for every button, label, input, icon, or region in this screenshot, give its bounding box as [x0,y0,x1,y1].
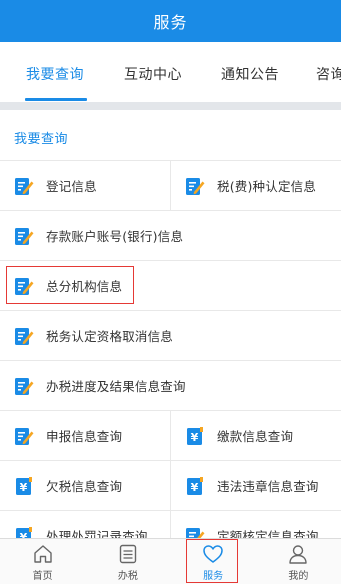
menu-row: 办税进度及结果信息查询 [0,361,341,411]
menu-item-branch-org[interactable]: 总分机构信息 [0,261,341,310]
yuan-doc-icon [185,426,205,446]
highlight-box [186,539,238,583]
tab-notices[interactable]: 通知公告 [221,64,279,84]
bottom-nav: 首页 办税 服务 我的 [0,538,341,584]
menu-item-registration[interactable]: 登记信息 [0,161,170,210]
nav-tax[interactable]: 办税 [85,539,170,584]
list-icon [119,544,137,563]
menu-item-label: 违法违章信息查询 [217,479,319,494]
form-edit-icon [185,176,205,196]
form-edit-icon [14,176,34,196]
nav-label: 我的 [288,570,309,582]
menu-item-progress-query[interactable]: 办税进度及结果信息查询 [0,361,341,410]
nav-label: 办税 [117,570,138,582]
form-edit-icon [14,276,34,296]
menu-row: 税务认定资格取消信息 [0,311,341,361]
nav-mine[interactable]: 我的 [256,539,341,584]
menu-item-label: 存款账户账号(银行)信息 [46,229,184,244]
home-icon [33,544,52,563]
menu-item-payment-query[interactable]: 缴款信息查询 [170,411,341,460]
yuan-doc-icon [14,476,34,496]
menu-item-arrears-query[interactable]: 欠税信息查询 [0,461,170,510]
menu-item-label: 总分机构信息 [46,279,123,294]
menu-item-label: 税务认定资格取消信息 [46,329,174,344]
active-tab-indicator [25,98,87,101]
menu-item-tax-type[interactable]: 税(费)种认定信息 [170,161,341,210]
menu-row: 登记信息 税(费)种认定信息 [0,161,341,211]
menu-item-label: 税(费)种认定信息 [217,179,317,194]
yuan-doc-icon [185,476,205,496]
menu-item-label: 申报信息查询 [46,429,123,444]
tab-consult[interactable]: 咨询 [316,64,341,84]
menu-row: 总分机构信息 [0,261,341,311]
form-edit-icon [14,326,34,346]
menu-item-bank-account[interactable]: 存款账户账号(银行)信息 [0,211,341,260]
form-edit-icon [14,226,34,246]
tab-query[interactable]: 我要查询 [26,64,84,84]
tab-interaction[interactable]: 互动中心 [124,64,182,84]
menu-item-qualification-cancel[interactable]: 税务认定资格取消信息 [0,311,341,360]
menu-item-label: 缴款信息查询 [217,429,294,444]
form-edit-icon [14,426,34,446]
nav-label: 首页 [32,570,53,582]
menu-row: 欠税信息查询 违法违章信息查询 [0,461,341,511]
page-title: 服务 [153,13,188,32]
user-icon [289,544,308,564]
menu-item-declaration-query[interactable]: 申报信息查询 [0,411,170,460]
menu-row: 申报信息查询 缴款信息查询 [0,411,341,461]
menu-item-violation-query[interactable]: 违法违章信息查询 [170,461,341,510]
divider [0,102,341,110]
menu-item-label: 登记信息 [46,179,97,194]
tab-bar: 我要查询 互动中心 通知公告 咨询 [0,42,341,102]
query-menu-grid: 登记信息 税(费)种认定信息 存款账户账号(银行)信息 总分机构信息 税务认定资… [0,160,341,561]
menu-row: 存款账户账号(银行)信息 [0,211,341,261]
menu-item-label: 办税进度及结果信息查询 [46,379,186,394]
menu-item-label: 欠税信息查询 [46,479,123,494]
nav-home[interactable]: 首页 [0,539,85,584]
top-bar: 服务 [0,0,341,42]
form-edit-icon [14,376,34,396]
section-title: 我要查询 [14,132,69,147]
